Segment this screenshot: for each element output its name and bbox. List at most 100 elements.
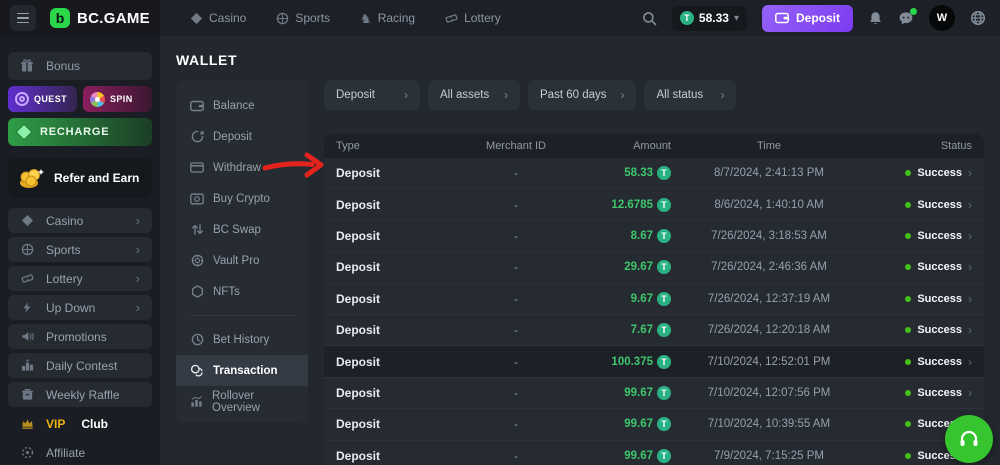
topbar-left: b BC.GAME	[0, 0, 160, 36]
cell-type: Deposit	[336, 260, 446, 274]
table-row[interactable]: Deposit - 99.67 T 7/9/2024, 7:15:25 PM	[324, 441, 984, 465]
table-row[interactable]: Deposit - 9.67 T 7/26/2024, 12:37:19 AM	[324, 284, 984, 315]
sidebar-item-sports[interactable]: Sports ›	[8, 237, 152, 262]
balance-value: 58.33	[699, 11, 729, 25]
nav-casino[interactable]: Casino	[190, 11, 246, 25]
cell-status[interactable]: Success ›	[867, 260, 972, 274]
sidebar-item-lottery[interactable]: Lottery ›	[8, 266, 152, 291]
cell-status[interactable]: Success ›	[867, 229, 972, 243]
cell-amount: 58.33 T	[586, 166, 671, 180]
wallet-menu-vault-pro[interactable]: Vault Pro	[176, 245, 308, 276]
ticket-icon	[20, 272, 34, 285]
diamond-icon	[20, 214, 34, 227]
cell-status[interactable]: Success ›	[867, 355, 972, 369]
wallet-menu-bc-swap[interactable]: BC Swap	[176, 214, 308, 245]
recharge-button[interactable]: RECHARGE	[8, 118, 152, 146]
table-row[interactable]: Deposit - 7.67 T 7/26/2024, 12:20:18 AM	[324, 315, 984, 346]
sidebar-item-promotions[interactable]: Promotions	[8, 324, 152, 349]
success-dot-icon	[905, 170, 911, 176]
cell-type: Deposit	[336, 323, 446, 337]
cell-status[interactable]: Success ›	[867, 386, 972, 400]
success-dot-icon	[905, 327, 911, 333]
success-dot-icon	[905, 202, 911, 208]
wallet-menu-buy-crypto[interactable]: Buy Crypto	[176, 183, 308, 214]
wallet-menu-transaction[interactable]: Transaction	[176, 355, 308, 386]
ticket-icon	[445, 12, 458, 25]
chevron-right-icon: ›	[968, 386, 972, 400]
avatar[interactable]: W	[929, 5, 955, 31]
wallet-menu-deposit[interactable]: Deposit	[176, 121, 308, 152]
basketball-icon	[276, 12, 289, 25]
wallet-menu-bet-history[interactable]: Bet History	[176, 324, 308, 355]
filter-status[interactable]: All status ›	[644, 80, 736, 110]
bolt-icon	[20, 301, 34, 314]
wallet-menu: Balance Deposit Withdraw Buy Crypto	[176, 80, 308, 422]
spin-button[interactable]: SPIN	[83, 86, 152, 112]
sidebar-item-up-down[interactable]: Up Down ›	[8, 295, 152, 320]
globe-icon[interactable]	[970, 10, 986, 26]
table-row[interactable]: Deposit - 8.67 T 7/26/2024, 3:18:53 AM	[324, 221, 984, 252]
transaction-content: Deposit › All assets › Past 60 days ›	[324, 80, 984, 465]
table-row[interactable]: Deposit - 12.6785 T 8/6/2024, 1:40:10 AM	[324, 189, 984, 220]
gem-icon	[16, 124, 33, 141]
table-row[interactable]: Deposit - 100.375 T 7/10/2024, 12:52:01 …	[324, 346, 984, 377]
chevron-down-icon: ▾	[734, 13, 739, 24]
wallet-menu-nfts[interactable]: NFTs	[176, 276, 308, 307]
hexagon-icon	[190, 285, 204, 298]
balance-selector[interactable]: T 58.33 ▾	[672, 6, 747, 31]
success-dot-icon	[905, 390, 911, 396]
quest-button[interactable]: QUEST	[8, 86, 77, 112]
search-icon[interactable]	[642, 11, 657, 26]
sidebar-item-casino[interactable]: Casino ›	[8, 208, 152, 233]
cell-status[interactable]: Success ›	[867, 166, 972, 180]
coins-icon	[190, 364, 204, 377]
table-row[interactable]: Deposit - 99.67 T 7/10/2024, 12:07:56 PM	[324, 378, 984, 409]
nav-sports[interactable]: Sports	[276, 11, 330, 25]
buy-crypto-icon	[190, 193, 204, 205]
left-sidebar: Bonus QUEST SPIN RECHARGE	[0, 36, 160, 465]
cell-amount: 12.6785 T	[586, 198, 671, 212]
table-body: Deposit - 58.33 T 8/7/2024, 2:41:13 PM	[324, 158, 984, 465]
success-dot-icon	[905, 264, 911, 270]
wallet-menu-withdraw[interactable]: Withdraw	[176, 152, 308, 183]
tether-coin-icon: T	[680, 11, 694, 25]
table-row[interactable]: Deposit - 99.67 T 7/10/2024, 10:39:55 AM	[324, 409, 984, 440]
filter-type[interactable]: Deposit ›	[324, 80, 420, 110]
basketball-icon	[20, 243, 34, 256]
bell-icon[interactable]	[868, 11, 883, 26]
cell-status[interactable]: Success ›	[867, 292, 972, 306]
filter-assets[interactable]: All assets ›	[428, 80, 520, 110]
filter-period[interactable]: Past 60 days ›	[528, 80, 636, 110]
wallet-menu-rollover-overview[interactable]: Rollover Overview	[176, 386, 308, 417]
nav-racing[interactable]: ♞ Racing	[360, 11, 415, 25]
success-dot-icon	[905, 421, 911, 427]
deposit-button[interactable]: Deposit	[762, 5, 853, 32]
chat-icon[interactable]	[898, 11, 914, 26]
sidebar-item-daily-contest[interactable]: Daily Contest	[8, 353, 152, 378]
logo[interactable]: b BC.GAME	[50, 8, 150, 28]
cell-status[interactable]: Success ›	[867, 198, 972, 212]
refer-and-earn-button[interactable]: Refer and Earn	[8, 158, 152, 198]
table-row[interactable]: Deposit - 58.33 T 8/7/2024, 2:41:13 PM	[324, 158, 984, 189]
table-row[interactable]: Deposit - 29.67 T 7/26/2024, 2:46:36 AM	[324, 252, 984, 283]
cell-status[interactable]: Success ›	[867, 323, 972, 337]
tether-coin-icon: T	[657, 198, 671, 212]
nav-lottery[interactable]: Lottery	[445, 11, 501, 25]
cell-merchant-id: -	[446, 198, 586, 212]
cell-type: Deposit	[336, 198, 446, 212]
sidebar-item-vip-club[interactable]: VIPClub	[8, 411, 152, 436]
success-dot-icon	[905, 453, 911, 459]
wallet-menu-balance[interactable]: Balance	[176, 90, 308, 121]
sidebar-item-affiliate[interactable]: Affiliate	[8, 440, 152, 465]
cell-time: 7/9/2024, 7:15:25 PM	[671, 450, 867, 462]
bcgame-wallet-page: b BC.GAME Casino Sports ♞ Racing Lottery	[0, 0, 1000, 465]
tether-coin-icon: T	[657, 323, 671, 337]
sidebar-item-bonus[interactable]: Bonus	[8, 52, 152, 80]
sidebar-item-weekly-raffle[interactable]: Weekly Raffle	[8, 382, 152, 407]
gold-coins-icon	[16, 165, 46, 191]
top-nav: Casino Sports ♞ Racing Lottery	[190, 11, 501, 25]
chevron-right-icon: ›	[136, 300, 140, 315]
support-button[interactable]	[945, 415, 993, 463]
spin-wheel-icon	[90, 92, 105, 107]
menu-icon[interactable]	[10, 5, 36, 31]
